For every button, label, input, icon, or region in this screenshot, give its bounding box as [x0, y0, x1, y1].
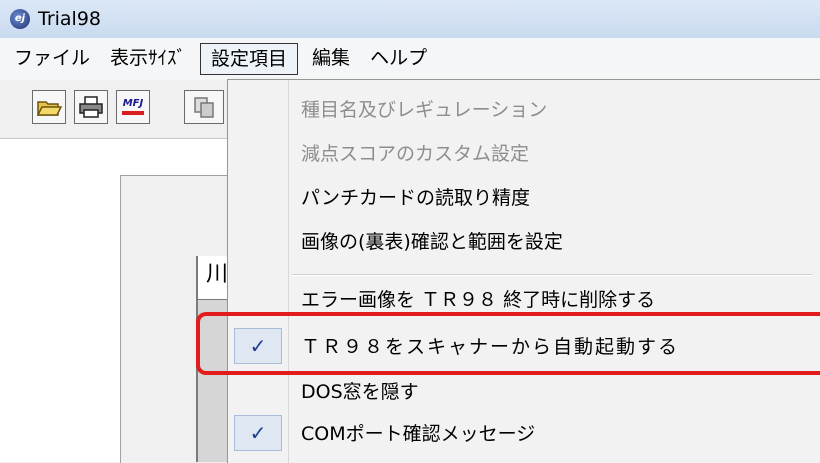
- menu-item-custom-penalty-score[interactable]: 減点スコアのカスタム設定: [228, 132, 820, 172]
- menu-item-com-port-message[interactable]: ✓ COMポート確認メッセージ: [228, 412, 820, 452]
- mfj-button[interactable]: MFJ: [116, 90, 150, 124]
- printer-icon: [79, 96, 103, 118]
- menu-item-event-regulation[interactable]: 種目名及びレギュレーション: [228, 88, 820, 128]
- window-title: Trial98: [38, 8, 102, 30]
- menu-settings[interactable]: 設定項目: [200, 43, 299, 75]
- menu-item-label: パンチカードの読取り精度: [301, 187, 530, 209]
- menu-item-punchcard-accuracy[interactable]: パンチカードの読取り精度: [228, 176, 820, 216]
- copy-button[interactable]: [184, 90, 224, 124]
- open-folder-icon: [36, 101, 62, 116]
- menu-item-label: 種目名及びレギュレーション: [301, 99, 548, 121]
- menu-display-size[interactable]: 表示ｻｲｽﾞ: [100, 43, 196, 75]
- mfj-icon: MFJ: [122, 99, 144, 115]
- title-bar: ej Trial98: [0, 0, 820, 38]
- menu-separator: [292, 274, 812, 276]
- menu-file[interactable]: ファイル: [0, 43, 100, 75]
- menu-help[interactable]: ヘルプ: [360, 43, 437, 75]
- menu-item-label: 減点スコアのカスタム設定: [301, 143, 530, 165]
- mfj-icon-label: MFJ: [122, 98, 144, 109]
- open-button[interactable]: [32, 90, 66, 124]
- settings-dropdown-menu: 種目名及びレギュレーション 減点スコアのカスタム設定 パンチカードの読取り精度 …: [227, 79, 820, 463]
- menu-item-label: COMポート確認メッセージ: [301, 423, 536, 445]
- copy-icon: [194, 97, 214, 118]
- menu-item-hide-dos-window[interactable]: DOS窓を隠す: [228, 370, 820, 410]
- menu-item-label: 画像の(裏表)確認と範囲を設定: [301, 231, 563, 253]
- menu-item-label: エラー画像を ＴＲ９８ 終了時に削除する: [301, 289, 656, 311]
- checkmark-icon: ✓: [234, 415, 282, 451]
- app-logo-icon: ej: [10, 9, 30, 29]
- menu-bar: ファイル 表示ｻｲｽﾞ 設定項目 編集 ヘルプ: [0, 38, 820, 80]
- print-button[interactable]: [74, 90, 108, 124]
- highlight-annotation: [196, 312, 820, 375]
- menu-item-image-range-setting[interactable]: 画像の(裏表)確認と範囲を設定: [228, 220, 820, 260]
- menu-item-label: DOS窓を隠す: [301, 381, 419, 403]
- menu-edit[interactable]: 編集: [302, 43, 360, 75]
